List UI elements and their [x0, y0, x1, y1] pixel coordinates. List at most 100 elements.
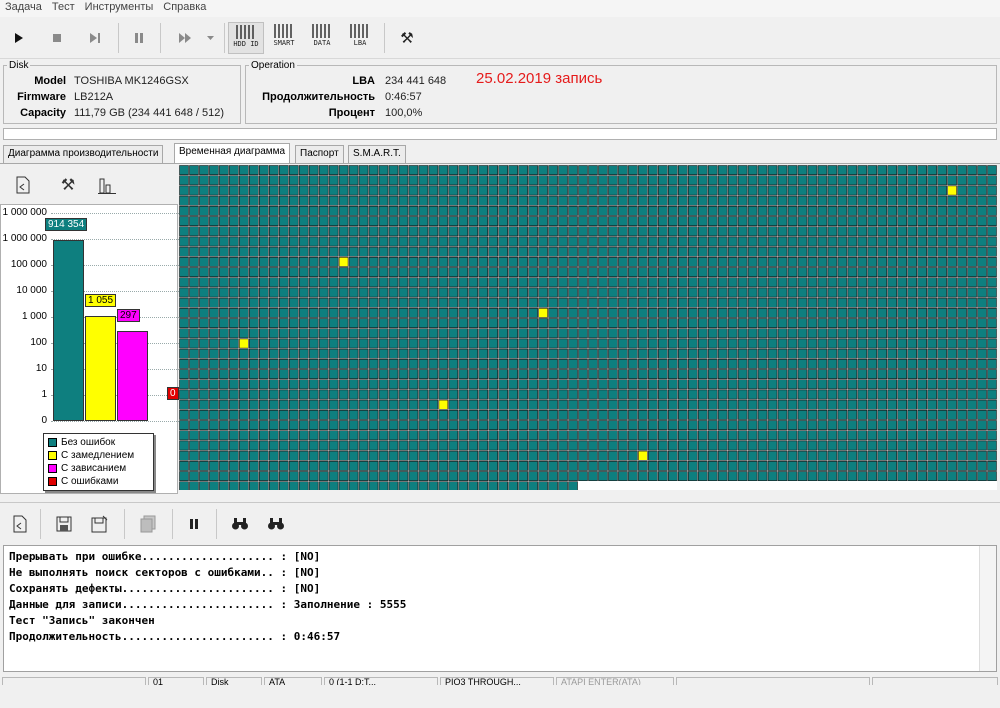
sector-block [628, 216, 638, 226]
sector-block [917, 257, 927, 267]
save-icon[interactable] [52, 508, 76, 540]
menu-tools[interactable]: Инструменты [80, 0, 159, 13]
sector-block [737, 226, 748, 237]
sector-block [268, 481, 279, 490]
tab-performance[interactable]: Диаграмма производительности [3, 145, 164, 163]
menu-help[interactable]: Справка [158, 0, 211, 13]
sector-block [977, 205, 987, 216]
sector-block [658, 410, 668, 420]
sector-block [677, 450, 688, 461]
sector-block [388, 399, 399, 410]
sector-block [787, 175, 798, 186]
sector-block [448, 338, 459, 349]
sector-block [667, 359, 678, 369]
hdd-id-button[interactable]: HDD ID [228, 22, 264, 54]
sector-block [857, 185, 868, 196]
sector-block [448, 471, 459, 481]
sector-block [927, 277, 937, 288]
menu-test[interactable]: Тест [47, 0, 80, 13]
sector-block [807, 430, 818, 441]
sector-block [348, 481, 359, 490]
sector-block [548, 175, 558, 186]
stop-icon[interactable] [46, 22, 68, 54]
sector-block [229, 308, 239, 318]
sector-block [388, 195, 399, 206]
sector-block [518, 359, 528, 369]
data-button[interactable]: DATA [304, 22, 340, 54]
sector-block [677, 471, 688, 481]
sector-block [239, 257, 249, 267]
sector-block [727, 348, 738, 359]
chevron-down-icon[interactable] [204, 22, 216, 54]
sector-block [638, 318, 648, 328]
lba-button[interactable]: LBA [342, 22, 378, 54]
sector-block [548, 308, 558, 318]
sector-block [538, 430, 548, 441]
export-icon[interactable] [10, 172, 36, 198]
sector-block [498, 440, 509, 451]
sector-block [837, 359, 848, 369]
sector-block [239, 460, 249, 471]
log-output[interactable]: Прерывать при ошибке....................… [3, 545, 997, 672]
sector-block [498, 410, 509, 420]
sector-block [628, 277, 638, 288]
find-next-icon[interactable] [264, 508, 288, 540]
sector-block [508, 440, 518, 451]
tools-icon[interactable]: ⚒ [55, 172, 81, 198]
sector-block [667, 205, 678, 216]
sector-block [179, 359, 189, 369]
bar-chart-icon[interactable] [94, 172, 120, 198]
menu-task[interactable]: Задача [0, 0, 47, 13]
log-scrollbar[interactable] [979, 546, 996, 671]
sector-block [827, 379, 838, 390]
sector-block [578, 195, 588, 206]
sector-block [239, 267, 249, 277]
sector-block [777, 236, 788, 247]
sector-block [817, 195, 828, 206]
sector-block [468, 389, 479, 400]
sector-block [328, 246, 339, 257]
sector-block [259, 175, 269, 186]
sector-block [837, 420, 848, 430]
sector-block [328, 481, 339, 490]
data-icon [312, 24, 332, 38]
sector-block [887, 440, 898, 451]
sector-block [737, 379, 748, 390]
export-icon[interactable] [8, 508, 32, 540]
sector-block [428, 440, 439, 451]
sector-block [857, 287, 868, 298]
play-icon[interactable] [8, 22, 30, 54]
copy-icon[interactable] [136, 508, 160, 540]
sector-block [249, 450, 259, 461]
find-icon[interactable] [228, 508, 252, 540]
save-as-icon[interactable] [88, 508, 112, 540]
sector-block [957, 175, 967, 186]
sector-block [807, 246, 818, 257]
sector-block [947, 318, 957, 328]
sector-block [528, 318, 538, 328]
y-tick-label: 0 [41, 415, 47, 426]
pause-icon[interactable] [128, 22, 150, 54]
pause-icon[interactable] [182, 508, 206, 540]
sector-block [947, 216, 957, 226]
smart-button[interactable]: SMART [266, 22, 302, 54]
sector-block [408, 195, 419, 206]
sector-block [727, 246, 738, 257]
sector-block [957, 297, 967, 308]
sector-block [648, 226, 658, 237]
sector-block [667, 257, 678, 267]
step-icon[interactable] [84, 22, 106, 54]
tab-smart[interactable]: S.M.A.R.T. [348, 145, 406, 163]
fast-forward-icon[interactable] [172, 22, 198, 54]
sector-block [209, 205, 219, 216]
tab-timeline[interactable]: Временная диаграмма [174, 143, 291, 164]
tab-passport[interactable]: Паспорт [295, 145, 344, 163]
tools-icon[interactable]: ⚒ [394, 22, 420, 54]
sector-block [438, 236, 449, 247]
sector-block [578, 338, 588, 349]
sector-block [777, 318, 788, 328]
sector-block [638, 175, 648, 186]
sector-block [727, 399, 738, 410]
sector-block [398, 175, 409, 186]
sector-block [757, 205, 768, 216]
